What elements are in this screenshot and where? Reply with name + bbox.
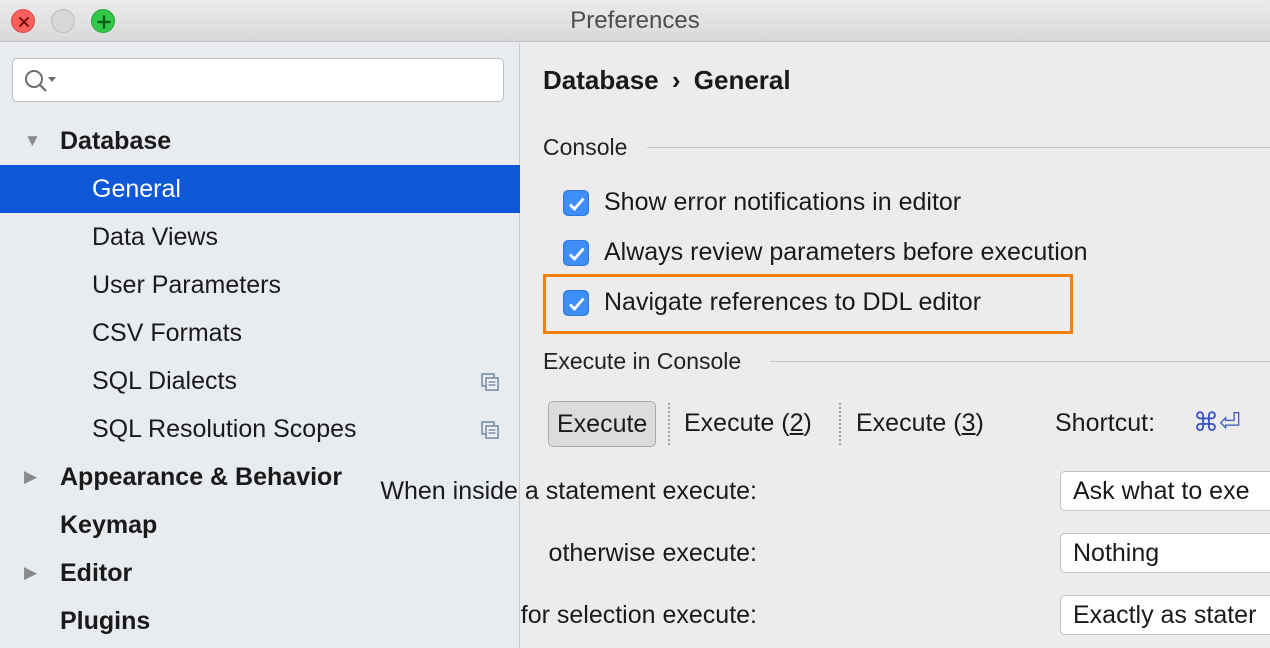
section-title-execute-in-console: Execute in Console — [543, 348, 742, 374]
inside-statement-label: When inside a statement execute: — [380, 477, 757, 505]
settings-content: Database › General Console Show error no… — [380, 43, 1270, 648]
shortcut-label: Shortcut: — [1055, 409, 1156, 437]
sidebar-item-keymap[interactable]: Keymap — [0, 501, 520, 549]
sidebar-item-label: CSV Formats — [92, 319, 243, 347]
sidebar-item-label: Database — [60, 127, 172, 155]
breadcrumb-leaf: General — [693, 65, 791, 95]
shortcut-value[interactable]: ⌘⏎ — [1193, 407, 1241, 438]
title-bar: Preferences — [0, 0, 1270, 42]
sidebar-item-label: SQL Resolution Scopes — [92, 415, 357, 443]
window-title: Preferences — [570, 7, 700, 34]
sidebar-item-plugins[interactable]: Plugins — [0, 597, 520, 645]
breadcrumb-root: Database — [543, 65, 659, 95]
sidebar-item-label: Editor — [60, 559, 133, 587]
sidebar-item-label: Plugins — [60, 607, 151, 635]
sidebar-item-editor[interactable]: ▶ Editor — [0, 549, 520, 597]
project-settings-icon — [481, 421, 499, 439]
checkbox-label: Show error notifications in editor — [604, 188, 962, 216]
sidebar-item-data-views[interactable]: Data Views — [0, 213, 520, 261]
sidebar-item-label: General — [92, 175, 181, 203]
search-icon — [25, 70, 56, 92]
sidebar-item-sql-resolution-scopes[interactable]: SQL Resolution Scopes — [0, 405, 520, 453]
checkmark-icon — [569, 197, 585, 212]
otherwise-execute-label: otherwise execute: — [548, 539, 757, 567]
chevron-down-icon[interactable]: ▼ — [24, 117, 41, 165]
sidebar-item-label: User Parameters — [92, 271, 281, 299]
section-divider — [647, 147, 1270, 148]
checkbox-label: Always review parameters before executio… — [604, 238, 1088, 266]
selection-execute-select[interactable]: Exactly as stater — [1060, 595, 1270, 635]
otherwise-execute-select[interactable]: Nothing — [1060, 533, 1270, 573]
highlight-box — [543, 274, 1073, 334]
chevron-right-icon[interactable]: ▶ — [24, 549, 37, 597]
sidebar-item-user-parameters[interactable]: User Parameters — [0, 261, 520, 309]
divider — [668, 403, 670, 445]
settings-sidebar: ▼ Database General Data Views User Param… — [0, 43, 520, 648]
breadcrumb-separator: › — [671, 65, 681, 95]
execute-2-button[interactable]: Execute (2) — [684, 401, 812, 447]
sidebar-item-sql-dialects[interactable]: SQL Dialects — [0, 357, 520, 405]
breadcrumb: Database › General — [543, 65, 791, 96]
checkbox[interactable] — [563, 240, 589, 266]
checkbox[interactable] — [563, 190, 589, 216]
sidebar-item-label: Keymap — [60, 511, 158, 539]
settings-search-input[interactable] — [12, 58, 504, 102]
chevron-right-icon[interactable]: ▶ — [24, 453, 37, 501]
execute-3-button[interactable]: Execute (3) — [856, 401, 984, 447]
sidebar-item-label: SQL Dialects — [92, 367, 237, 395]
sidebar-item-database[interactable]: ▼ Database — [0, 117, 520, 165]
sidebar-item-general[interactable]: General — [0, 165, 520, 213]
divider — [839, 403, 841, 445]
sidebar-item-label: Appearance & Behavior — [60, 463, 343, 491]
sidebar-item-label: Data Views — [92, 223, 218, 251]
execute-button[interactable]: Execute — [548, 401, 657, 447]
section-divider — [770, 361, 1270, 362]
selection-execute-label: for selection execute: — [520, 601, 757, 629]
sidebar-item-csv-formats[interactable]: CSV Formats — [0, 309, 520, 357]
project-settings-icon — [481, 373, 499, 391]
section-title-console: Console — [543, 134, 628, 160]
checkmark-icon — [569, 247, 585, 262]
inside-statement-select[interactable]: Ask what to exe — [1060, 471, 1270, 511]
